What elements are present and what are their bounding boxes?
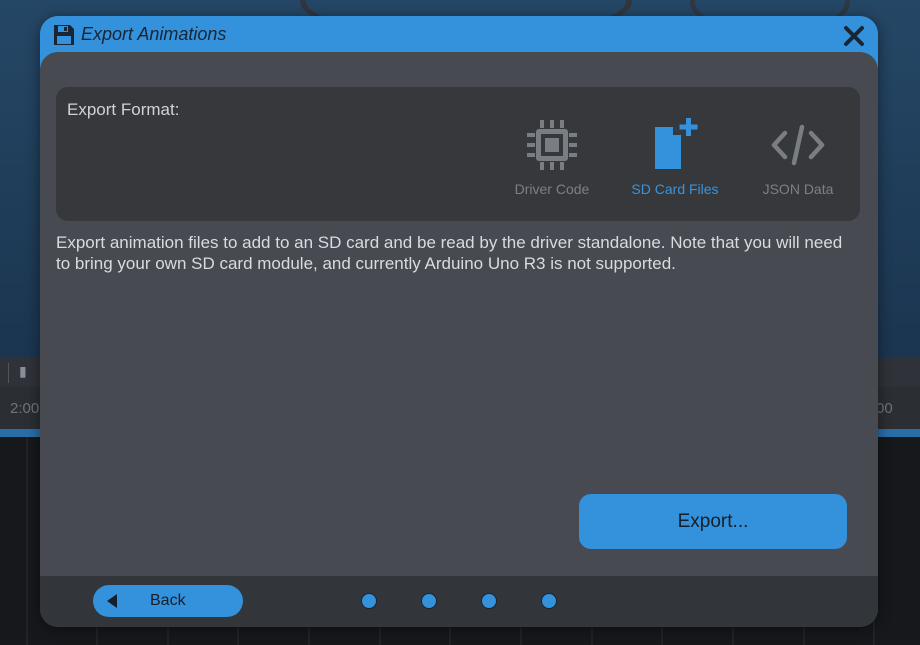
format-option-label: JSON Data [762,181,834,197]
file-add-icon [655,118,698,169]
format-option-sd-card-files[interactable]: SD Card Files [620,117,730,202]
step-indicator-dot[interactable] [481,593,497,609]
export-format-panel: Export Format: Driver Code SD Card Files… [56,87,860,221]
save-icon [54,25,74,45]
back-arrow-icon [107,594,117,608]
chip-icon [527,120,577,170]
step-indicator-dot[interactable] [421,593,437,609]
timeline-time-start: 2:00 [10,400,40,417]
dialog-title: Export Animations [81,24,227,44]
back-button[interactable]: Back [93,585,243,617]
export-animations-dialog: Export Animations Export Format: Driver … [40,16,878,627]
format-option-label: SD Card Files [631,181,719,197]
back-button-label: Back [150,592,186,609]
code-icon [771,124,825,166]
export-format-label: Export Format: [67,100,180,119]
export-description: Export animation files to add to an SD c… [56,233,843,273]
timeline-time-end: 00 [876,400,893,417]
format-option-label: Driver Code [514,181,590,197]
step-indicator-dot[interactable] [541,593,557,609]
dialog-footer: Back [40,576,878,627]
format-option-json-data[interactable]: JSON Data [743,117,853,202]
export-button[interactable]: Export... [579,494,847,549]
dialog-content: Export Format: Driver Code SD Card Files… [40,52,878,576]
step-indicator-dot[interactable] [361,593,377,609]
format-option-driver-code[interactable]: Driver Code [497,117,607,202]
close-icon[interactable] [842,24,866,48]
